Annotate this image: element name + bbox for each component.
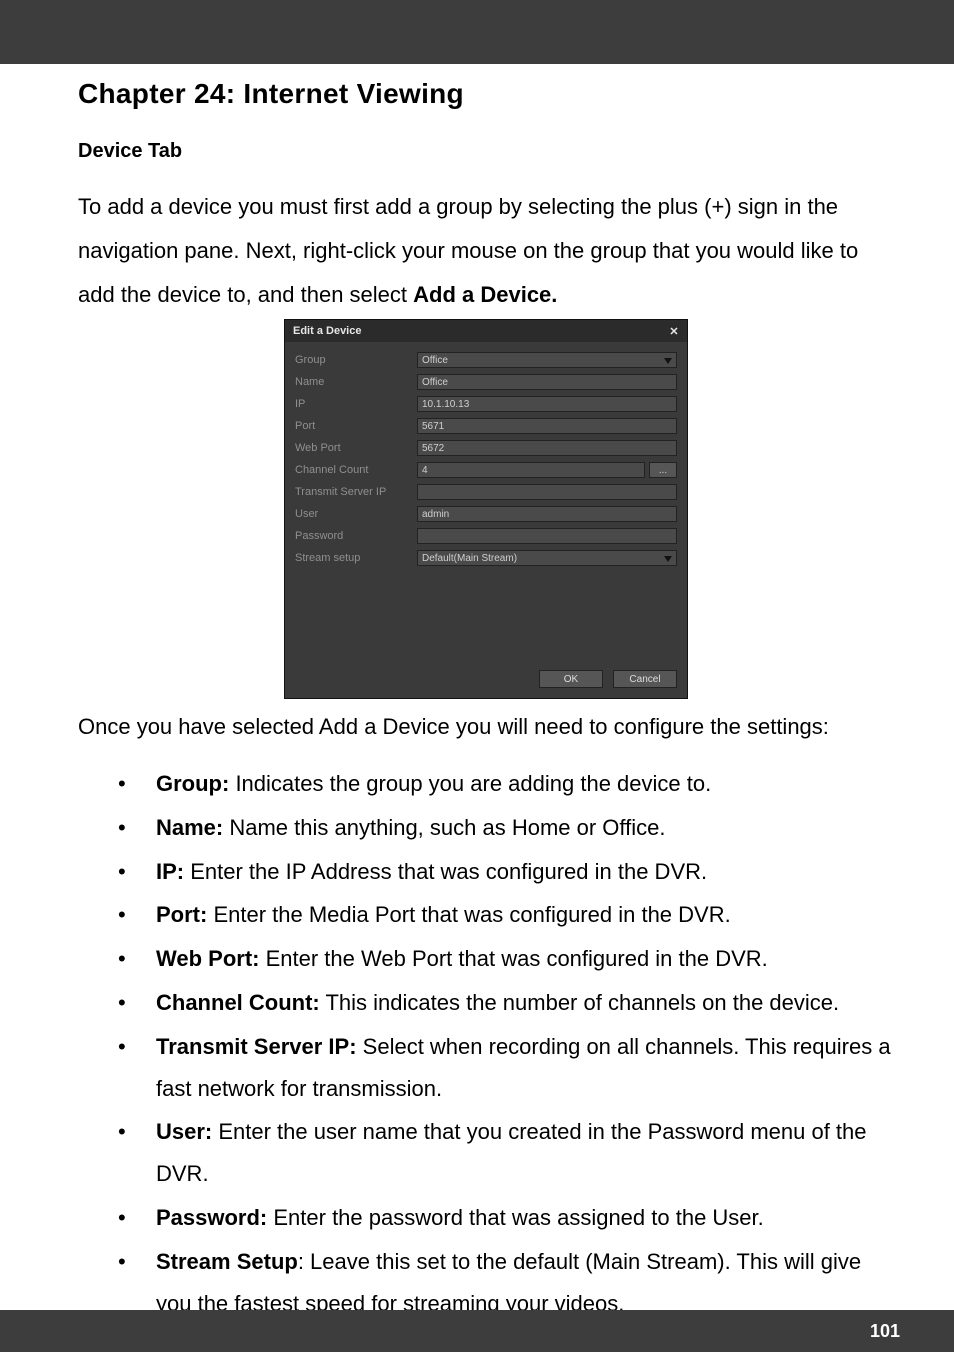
value-port: 5671 <box>422 421 444 432</box>
title-bar <box>0 0 954 64</box>
list-item: Transmit Server IP: Select when recordin… <box>118 1026 894 1110</box>
select-group[interactable]: Office <box>417 352 677 368</box>
label-web-port: Web Port <box>295 442 417 454</box>
label-user: User <box>295 508 417 520</box>
label-ip: IP <box>295 398 417 410</box>
list-item: User: Enter the user name that you creat… <box>118 1111 894 1195</box>
ellipsis-button[interactable]: ... <box>649 462 677 478</box>
row-group: Group Office <box>295 350 677 370</box>
dialog-title: Edit a Device <box>293 325 361 337</box>
label-port: Port <box>295 420 417 432</box>
value-group: Office <box>422 355 448 366</box>
list-item: Port: Enter the Media Port that was conf… <box>118 894 894 936</box>
bullet-term: Port: <box>156 902 207 927</box>
row-password: Password <box>295 526 677 546</box>
bullet-term: User: <box>156 1119 212 1144</box>
dialog-body: Group Office Name Office IP 10.1.10.13 P… <box>285 342 687 664</box>
input-password[interactable] <box>417 528 677 544</box>
dialog-header: Edit a Device ✕ <box>285 320 687 342</box>
row-stream-setup: Stream setup Default(Main Stream) <box>295 548 677 568</box>
bullet-desc: Enter the Media Port that was configured… <box>207 902 730 927</box>
bullet-desc: Enter the IP Address that was configured… <box>184 859 707 884</box>
bullet-term: Stream Setup <box>156 1249 298 1274</box>
value-name: Office <box>422 377 448 388</box>
dialog-illustration: Edit a Device ✕ Group Office Name Office… <box>78 319 894 699</box>
list-item: Channel Count: This indicates the number… <box>118 982 894 1024</box>
list-item: Password: Enter the password that was as… <box>118 1197 894 1239</box>
ok-button[interactable]: OK <box>539 670 603 688</box>
row-port: Port 5671 <box>295 416 677 436</box>
bullet-term: Group: <box>156 771 229 796</box>
dialog-footer: OK Cancel <box>285 664 687 698</box>
intro-text-b: Add a Device. <box>413 282 557 307</box>
list-item: Group: Indicates the group you are addin… <box>118 763 894 805</box>
page: Chapter 24: Internet Viewing Device Tab … <box>0 0 954 1352</box>
input-channel-count[interactable]: 4 <box>417 462 645 478</box>
bullet-desc: Indicates the group you are adding the d… <box>229 771 711 796</box>
bullet-term: Channel Count: <box>156 990 320 1015</box>
list-item: Name: Name this anything, such as Home o… <box>118 807 894 849</box>
dialog-spacer <box>295 570 677 660</box>
input-web-port[interactable]: 5672 <box>417 440 677 456</box>
bullet-desc: Name this anything, such as Home or Offi… <box>223 815 665 840</box>
chapter-title: Chapter 24: Internet Viewing <box>0 64 954 110</box>
row-user: User admin <box>295 504 677 524</box>
page-number: 101 <box>870 1321 900 1342</box>
row-ip: IP 10.1.10.13 <box>295 394 677 414</box>
channel-count-wrap: 4 ... <box>417 462 677 478</box>
bullet-desc: Enter the user name that you created in … <box>156 1119 867 1186</box>
label-group: Group <box>295 354 417 366</box>
value-stream-setup: Default(Main Stream) <box>422 553 517 564</box>
input-port[interactable]: 5671 <box>417 418 677 434</box>
list-item: Web Port: Enter the Web Port that was co… <box>118 938 894 980</box>
label-transmit-server-ip: Transmit Server IP <box>295 486 417 498</box>
label-stream-setup: Stream setup <box>295 552 417 564</box>
bullet-desc: Enter the Web Port that was configured i… <box>259 946 767 971</box>
bullet-desc: This indicates the number of channels on… <box>320 990 839 1015</box>
content-area: Device Tab To add a device you must firs… <box>0 110 954 1324</box>
cancel-button[interactable]: Cancel <box>613 670 677 688</box>
settings-list: Group: Indicates the group you are addin… <box>78 763 894 1324</box>
label-password: Password <box>295 530 417 542</box>
row-name: Name Office <box>295 372 677 392</box>
intro-paragraph: To add a device you must first add a gro… <box>78 185 894 317</box>
input-transmit-server-ip[interactable] <box>417 484 677 500</box>
footer-bar: 101 <box>0 1310 954 1352</box>
value-ip: 10.1.10.13 <box>422 399 469 410</box>
label-name: Name <box>295 376 417 388</box>
list-item: IP: Enter the IP Address that was config… <box>118 851 894 893</box>
bullet-term: Password: <box>156 1205 267 1230</box>
row-channel-count: Channel Count 4 ... <box>295 460 677 480</box>
input-user[interactable]: admin <box>417 506 677 522</box>
bullet-term: Transmit Server IP: <box>156 1034 357 1059</box>
bullet-term: Web Port: <box>156 946 259 971</box>
input-ip[interactable]: 10.1.10.13 <box>417 396 677 412</box>
bullet-desc: Enter the password that was assigned to … <box>267 1205 764 1230</box>
bullet-term: IP: <box>156 859 184 884</box>
input-name[interactable]: Office <box>417 374 677 390</box>
value-user: admin <box>422 509 449 520</box>
value-channel-count: 4 <box>422 465 428 476</box>
label-channel-count: Channel Count <box>295 464 417 476</box>
edit-device-dialog: Edit a Device ✕ Group Office Name Office… <box>284 319 688 699</box>
value-web-port: 5672 <box>422 443 444 454</box>
row-web-port: Web Port 5672 <box>295 438 677 458</box>
after-dialog-paragraph: Once you have selected Add a Device you … <box>78 705 894 749</box>
select-stream-setup[interactable]: Default(Main Stream) <box>417 550 677 566</box>
bullet-term: Name: <box>156 815 223 840</box>
section-heading: Device Tab <box>78 140 894 163</box>
row-transmit-server-ip: Transmit Server IP <box>295 482 677 502</box>
close-icon[interactable]: ✕ <box>667 324 681 338</box>
